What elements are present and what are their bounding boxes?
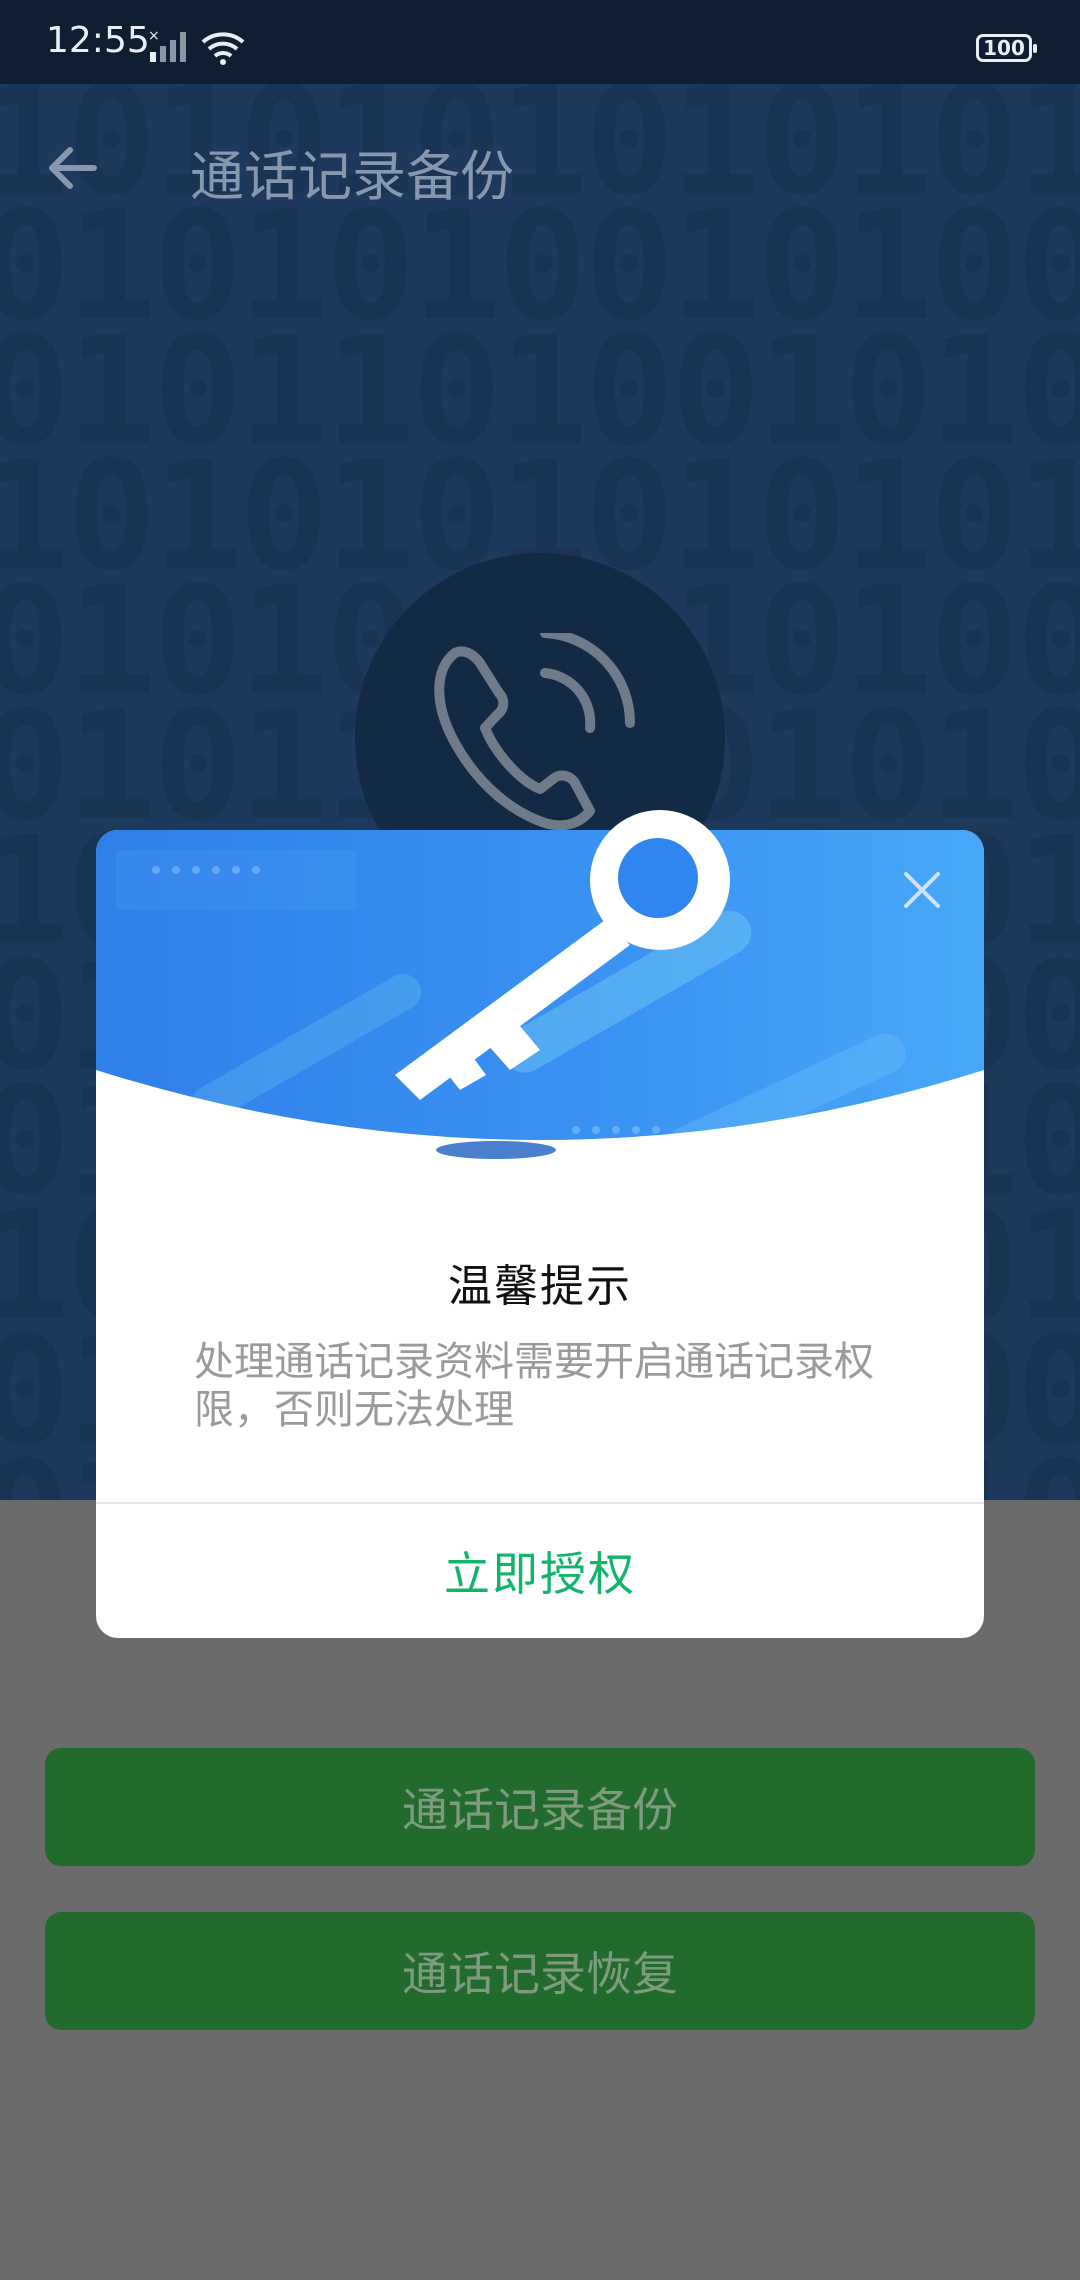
- key-icon: [395, 810, 730, 1100]
- wifi-icon: [201, 32, 245, 65]
- dialog-title: 温馨提示: [448, 1261, 632, 1312]
- close-icon[interactable]: [900, 868, 944, 912]
- authorize-button[interactable]: 立即授权: [96, 1504, 984, 1638]
- battery-indicator: 100: [976, 34, 1037, 62]
- svg-text:×: ×: [148, 28, 160, 44]
- app-bar: 通话记录备份: [0, 84, 1080, 254]
- back-arrow-icon[interactable]: [40, 136, 104, 200]
- page-title: 通话记录备份: [190, 145, 514, 208]
- status-time: 12:55: [46, 20, 150, 61]
- status-bar: 12:55 × 100: [0, 0, 1080, 84]
- signal-icon: ×: [148, 28, 186, 62]
- dialog-message: 处理通话记录资料需要开启通话记录权限，否则无法处理: [194, 1339, 874, 1433]
